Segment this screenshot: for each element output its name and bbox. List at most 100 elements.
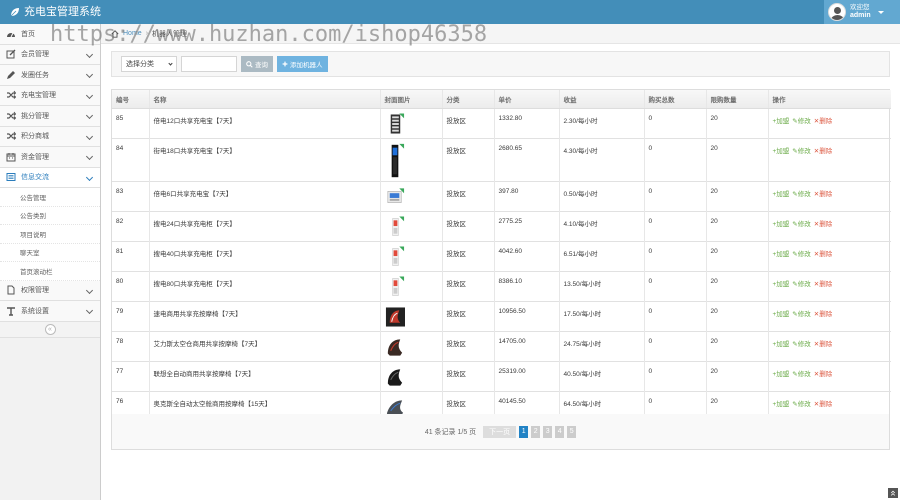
add-link[interactable]: +加盟	[773, 368, 790, 378]
product-thumbnail[interactable]	[385, 246, 405, 268]
product-thumbnail[interactable]	[385, 336, 405, 358]
edit-link[interactable]: ✎修改	[792, 398, 810, 408]
column-header[interactable]: 单价	[493, 90, 559, 109]
delete-link[interactable]: ✕删除	[814, 145, 832, 155]
edit-link-label: 修改	[797, 340, 811, 348]
page-button[interactable]: 3	[543, 425, 553, 438]
category-select-value: 选择分类	[126, 61, 154, 68]
delete-link[interactable]: ✕删除	[814, 218, 832, 228]
cell-id: 78	[112, 330, 149, 361]
sidebar-subitem[interactable]: 公告管理	[0, 188, 100, 207]
edit-link[interactable]: ✎修改	[792, 145, 810, 155]
sidebar-subitem[interactable]: 公告类别	[0, 206, 100, 225]
sidebar-item[interactable]: 信息交流	[0, 167, 100, 188]
edit-link[interactable]: ✎修改	[792, 248, 810, 258]
table-row[interactable]: 82 搜电24口共享充电柜【7天】 投放区 2775.25 4.10/每小时 0 20 +加盟…	[112, 210, 891, 241]
sidebar-item[interactable]: 权限管理	[0, 280, 100, 301]
page-button[interactable]: 5	[567, 425, 577, 438]
edit-link[interactable]: ✎修改	[792, 115, 810, 125]
product-thumbnail[interactable]	[385, 306, 405, 328]
sidebar-item[interactable]: 挑分管理	[0, 106, 100, 127]
table-row[interactable]: 79 速电商用共享充按摩椅【7天】 投放区 10956.50 17.50/每小时 0 20 +…	[112, 300, 891, 331]
product-thumbnail[interactable]	[385, 186, 405, 208]
app-brand[interactable]: 充电宝管理系统	[10, 4, 101, 20]
add-link[interactable]: +加盟	[773, 248, 790, 258]
column-header[interactable]: 封面图片	[379, 90, 442, 109]
pagination-prev[interactable]: 下一页	[483, 425, 517, 438]
sidebar-item[interactable]: 系统设置	[0, 301, 100, 322]
table-body: 85 倍电12口共享充电宝【7天】 投放区 1332.80 2.30/每小时 0 20 +加盟…	[112, 107, 892, 421]
scroll-to-top-button[interactable]	[888, 488, 898, 498]
breadcrumb-home[interactable]: Home	[123, 30, 142, 37]
delete-link[interactable]: ✕删除	[814, 308, 832, 318]
edit-link[interactable]: ✎修改	[792, 218, 810, 228]
edit-link-label: 修改	[797, 280, 811, 288]
table-row[interactable]: 80 搜电80口共享充电柜【7天】 投放区 8386.10 13.50/每小时 0 20 +加…	[112, 270, 891, 301]
add-robot-button[interactable]: 添加机器人	[277, 56, 328, 72]
page-button[interactable]: 1	[519, 425, 529, 438]
product-thumbnail[interactable]	[385, 366, 405, 388]
table-row[interactable]: 77 联想全自动商用共享按摩椅【7天】 投放区 25319.00 40.50/每小时 0 2…	[112, 360, 891, 391]
product-thumbnail[interactable]	[385, 113, 405, 135]
product-thumbnail[interactable]	[385, 143, 405, 179]
column-header[interactable]: 操作	[767, 90, 891, 109]
delete-link[interactable]: ✕删除	[814, 368, 832, 378]
table-row[interactable]: 78 艾力斯太空仓商用共享按摩椅【7天】 投放区 14705.00 24.75/每小时 0…	[112, 330, 891, 361]
delete-link[interactable]: ✕删除	[814, 398, 832, 408]
add-link[interactable]: +加盟	[773, 338, 790, 348]
table-row[interactable]: 81 搜电40口共享充电柜【7天】 投放区 4042.60 6.51/每小时 0 20 +加盟…	[112, 240, 892, 271]
column-header[interactable]: 收益	[558, 90, 644, 109]
sidebar-item[interactable]: 首页	[0, 24, 100, 45]
cell-price: 14705.00	[493, 330, 559, 361]
delete-link[interactable]: ✕删除	[814, 278, 832, 288]
sidebar-item[interactable]: 积分商城	[0, 126, 100, 147]
delete-link[interactable]: ✕删除	[814, 115, 832, 125]
page-button[interactable]: 4	[555, 425, 565, 438]
sidebar-item[interactable]: 充电宝管理	[0, 85, 100, 106]
add-link[interactable]: +加盟	[773, 398, 790, 408]
delete-link[interactable]: ✕删除	[814, 188, 832, 198]
row-actions: +加盟 ✎修改 ✕删除	[773, 248, 892, 258]
column-header[interactable]: 名称	[148, 90, 380, 109]
edit-link[interactable]: ✎修改	[792, 308, 810, 318]
sidebar-subitem[interactable]: 首页滚动栏	[0, 262, 100, 281]
add-link[interactable]: +加盟	[773, 145, 790, 155]
add-link[interactable]: +加盟	[773, 188, 790, 198]
cell-name: 速电商用共享充按摩椅【7天】	[148, 300, 380, 331]
add-link[interactable]: +加盟	[773, 278, 790, 288]
sidebar-item[interactable]: 发圈任务	[0, 65, 100, 86]
sidebar-item[interactable]: 资金管理	[0, 147, 100, 168]
delete-link[interactable]: ✕删除	[814, 248, 832, 258]
edit-link[interactable]: ✎修改	[792, 188, 810, 198]
table-row[interactable]: 83 倍电6口共享充电宝【7天】 投放区 397.80 0.50/每小时 0 20 +加盟 ✎修…	[112, 180, 891, 211]
delete-link[interactable]: ✕删除	[814, 338, 832, 348]
edit-link[interactable]: ✎修改	[792, 338, 810, 348]
add-link[interactable]: +加盟	[773, 115, 790, 125]
column-header[interactable]: 限购数量	[705, 90, 768, 109]
edit-link[interactable]: ✎修改	[792, 368, 810, 378]
edit-link[interactable]: ✎修改	[792, 278, 810, 288]
product-thumbnail[interactable]	[385, 276, 405, 298]
add-link-label: 加盟	[776, 190, 790, 198]
cell-thumbnail	[379, 180, 442, 211]
column-header[interactable]: 购买总数	[643, 90, 706, 109]
pagination: 41 条记录 1/5 页 下一页 12345	[111, 414, 890, 450]
table-row[interactable]: 84 街电18口共享充电宝【7天】 投放区 2680.65 4.30/每小时 0 20 +加盟…	[112, 137, 891, 181]
search-input[interactable]	[181, 56, 237, 72]
add-link[interactable]: +加盟	[773, 218, 790, 228]
user-menu[interactable]: 欢迎您 admin	[824, 0, 900, 24]
sidebar-subitem[interactable]: 项目说明	[0, 225, 100, 244]
sidebar-subitem[interactable]: 聊天室	[0, 243, 100, 262]
user-name: admin	[850, 12, 871, 19]
column-header[interactable]: 分类	[441, 90, 494, 109]
category-select[interactable]: 选择分类	[121, 56, 177, 72]
page-button[interactable]: 2	[531, 425, 541, 438]
column-header[interactable]: 编号	[112, 90, 149, 109]
product-thumbnail[interactable]	[385, 216, 405, 238]
table-row[interactable]: 85 倍电12口共享充电宝【7天】 投放区 1332.80 2.30/每小时 0 20 +加盟…	[112, 107, 891, 138]
search-button[interactable]: 查询	[241, 56, 273, 72]
add-link[interactable]: +加盟	[773, 308, 790, 318]
cell-name: 搜电24口共享充电柜【7天】	[148, 210, 380, 241]
sidebar-collapse-button[interactable]: «	[44, 323, 56, 335]
sidebar-item[interactable]: 会员管理	[0, 44, 100, 65]
